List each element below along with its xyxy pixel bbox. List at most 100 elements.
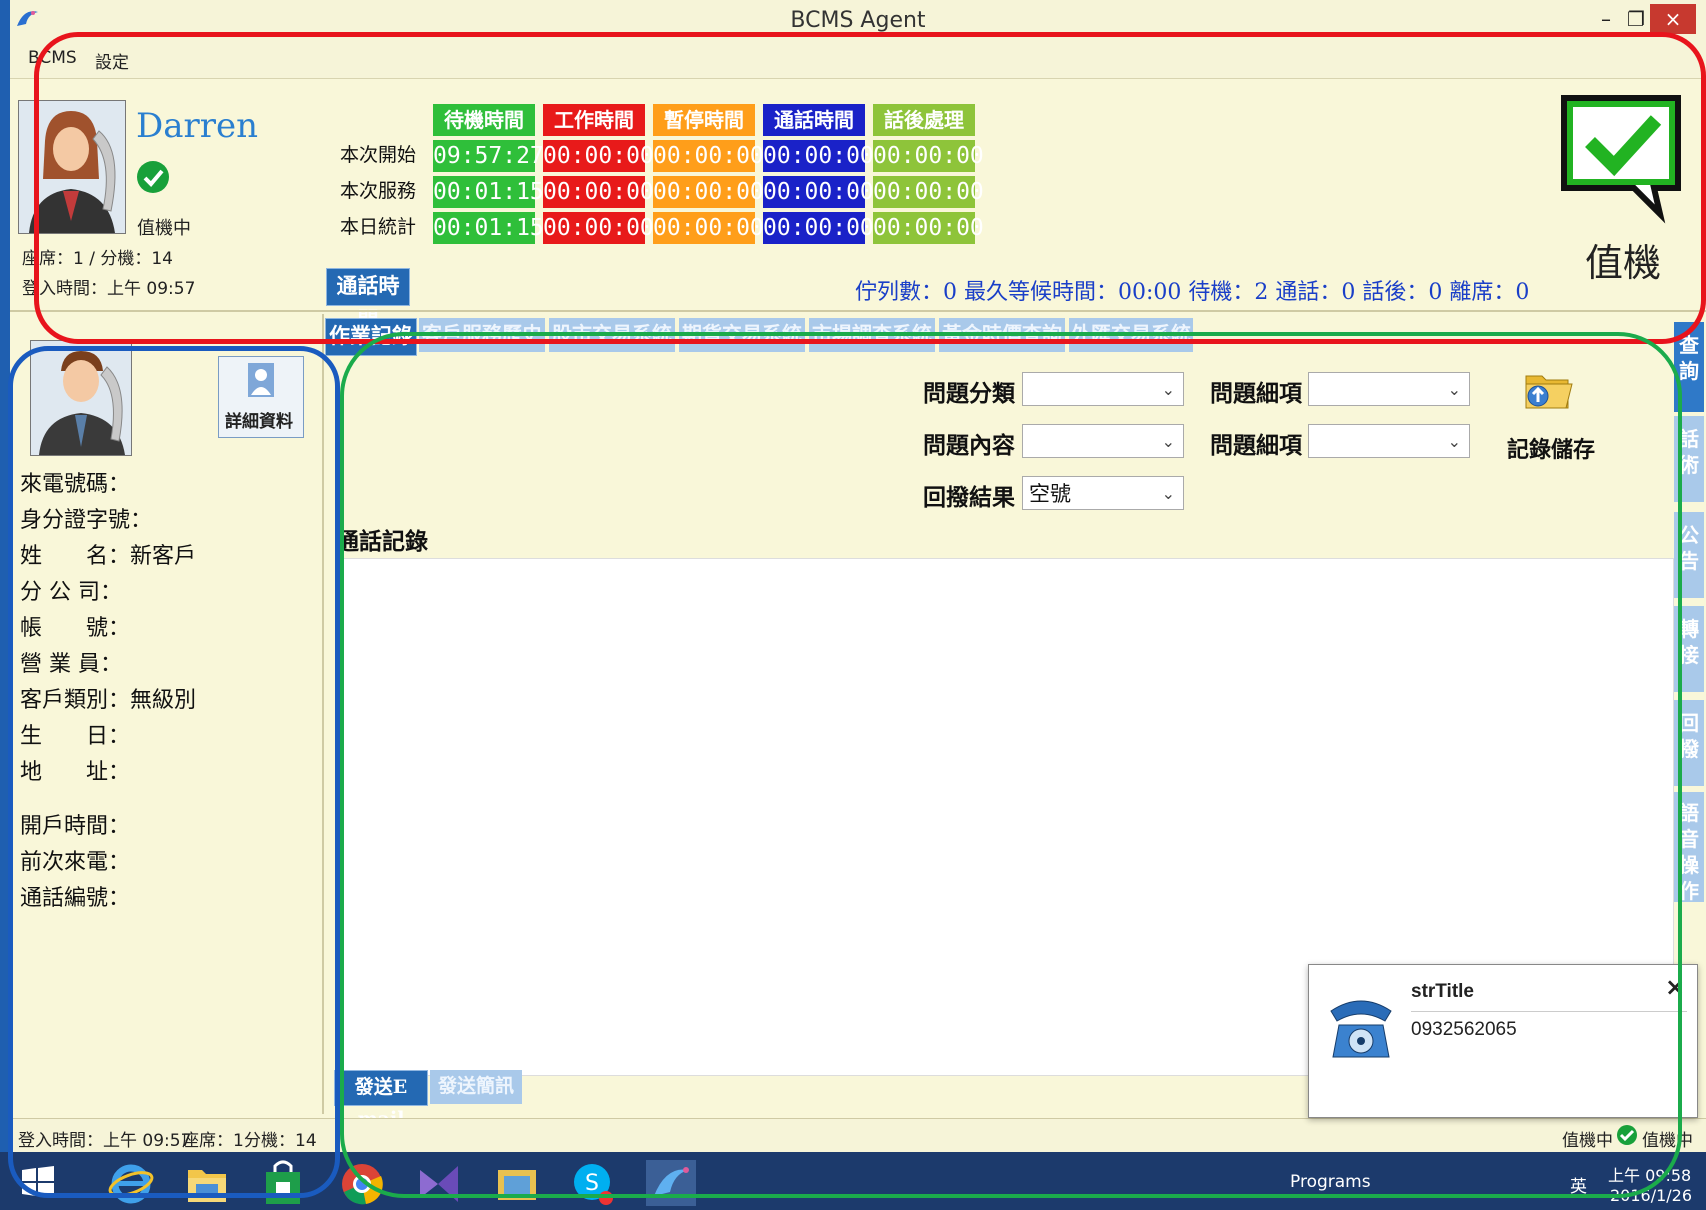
menu-bcms[interactable]: BCMS bbox=[28, 48, 77, 68]
status-seat: 座席：1 bbox=[182, 1131, 244, 1151]
chevron-down-icon: ⌄ bbox=[1447, 432, 1461, 451]
popup-number: 0932562065 bbox=[1411, 1019, 1517, 1040]
user-detail-icon bbox=[248, 363, 274, 397]
app-window: BCMS Agent – ❐ × BCMS 設定 Darren 值機中 座席：1… bbox=[10, 0, 1706, 1153]
agent-status: 值機中 bbox=[137, 218, 191, 239]
skype-icon[interactable]: S bbox=[570, 1160, 616, 1206]
svg-text:S: S bbox=[585, 1171, 599, 1196]
chevron-down-icon: ⌄ bbox=[1161, 432, 1175, 451]
ie-browser-icon[interactable] bbox=[108, 1160, 154, 1206]
side-tab-query[interactable]: 查詢 bbox=[1674, 322, 1704, 412]
save-folder-icon[interactable] bbox=[1522, 364, 1574, 414]
category-label: 問題分類 bbox=[923, 380, 1015, 407]
callback-label: 回撥結果 bbox=[923, 484, 1015, 511]
tab-market-survey[interactable]: 市場調查系統 bbox=[809, 318, 935, 352]
category-select[interactable]: ⌄ bbox=[1022, 372, 1184, 406]
close-button[interactable]: × bbox=[1650, 4, 1696, 34]
popup-close-button[interactable]: × bbox=[1665, 973, 1685, 1001]
taskbar-lang[interactable]: 英 bbox=[1570, 1172, 1587, 1197]
queue-info: 佇列數：0 最久等候時間：00:00 待機：2 通話：0 話後：0 離席：0 bbox=[855, 280, 1530, 305]
field-birthday: 生 日： bbox=[20, 724, 131, 749]
section-divider bbox=[10, 310, 1706, 312]
detail-select-1[interactable]: ⌄ bbox=[1308, 372, 1470, 406]
detail-button-label: 詳細資料 bbox=[225, 412, 293, 432]
save-record-label[interactable]: 記錄儲存 bbox=[1507, 432, 1595, 464]
customer-photo-icon bbox=[31, 341, 131, 455]
big-status-label: 值機 bbox=[1585, 241, 1662, 285]
field-branch: 分 公 司： bbox=[20, 580, 122, 605]
chevron-down-icon: ⌄ bbox=[1161, 380, 1175, 399]
ready-status-icon[interactable] bbox=[1556, 92, 1686, 242]
callback-select[interactable]: 空號 ⌄ bbox=[1022, 476, 1184, 510]
timer-cell: 00:01:15 bbox=[433, 176, 544, 208]
send-sms-button[interactable]: 發送簡訊 bbox=[430, 1070, 522, 1104]
tab-stock-system[interactable]: 股市交易系統 bbox=[549, 318, 675, 352]
menu-settings[interactable]: 設定 bbox=[95, 48, 129, 73]
timer-cell: 00:00:00 bbox=[763, 212, 874, 244]
field-open-time: 開戶時間： bbox=[20, 814, 131, 839]
visual-studio-icon[interactable] bbox=[416, 1162, 462, 1206]
tab-forex-system[interactable]: 外匯交易系統 bbox=[1069, 318, 1193, 352]
taskbar bbox=[0, 1152, 1706, 1210]
taskbar-date[interactable]: 2016/1/26 bbox=[1610, 1186, 1692, 1205]
timer-cell: 09:57:27 bbox=[433, 140, 544, 172]
file-explorer-icon[interactable] bbox=[184, 1162, 230, 1206]
row-label-daily: 本日統計 bbox=[340, 216, 417, 238]
store-icon[interactable] bbox=[262, 1160, 304, 1206]
side-tab-voice[interactable]: 語音操作 bbox=[1674, 792, 1704, 903]
windows-start-icon[interactable] bbox=[20, 1164, 56, 1200]
side-tab-transfer[interactable]: 轉接 bbox=[1674, 606, 1704, 692]
tab-work-record[interactable]: 作業記錄 bbox=[325, 318, 417, 356]
content-select[interactable]: ⌄ bbox=[1022, 424, 1184, 458]
popup-divider bbox=[1411, 1011, 1687, 1012]
bcms-taskbar-icon[interactable] bbox=[646, 1160, 696, 1206]
side-tab-notice[interactable]: 公告 bbox=[1674, 512, 1704, 598]
timer-cell: 00:00:00 bbox=[543, 140, 654, 172]
field-last-call: 前次來電： bbox=[20, 850, 131, 875]
timer-cell: 00:00:00 bbox=[873, 140, 984, 172]
detail-button[interactable]: 詳細資料 bbox=[218, 356, 304, 438]
popup-title: strTitle bbox=[1411, 981, 1475, 1002]
customer-avatar bbox=[30, 340, 132, 456]
call-time-button[interactable]: 通話時間 bbox=[326, 268, 410, 332]
timer-cell: 00:00:00 bbox=[543, 212, 654, 244]
field-account: 帳 號： bbox=[20, 616, 131, 641]
field-call-id: 通話編號： bbox=[20, 886, 131, 911]
taskbar-programs[interactable]: Programs bbox=[1290, 1172, 1371, 1192]
row-label-start: 本次開始 bbox=[340, 144, 417, 166]
status-right-1: 值機中 bbox=[1562, 1131, 1613, 1151]
callback-value: 空號 bbox=[1029, 482, 1071, 506]
status-right-2: 值機中 bbox=[1642, 1131, 1693, 1151]
status-check-icon bbox=[137, 161, 169, 193]
header-talk: 通話時間 bbox=[763, 104, 865, 136]
status-login: 登入時間：上午 09:57 bbox=[18, 1131, 192, 1151]
tab-service-history[interactable]: 客戶服務歷史 bbox=[419, 318, 545, 352]
send-email-button[interactable]: 發送E mail bbox=[334, 1070, 428, 1130]
timer-cell: 00:00:00 bbox=[543, 176, 654, 208]
header-idle: 待機時間 bbox=[433, 104, 535, 136]
field-sales-rep: 營 業 員： bbox=[20, 652, 122, 677]
window-title: BCMS Agent bbox=[790, 8, 926, 33]
row-label-service: 本次服務 bbox=[340, 180, 417, 202]
detail-select-2[interactable]: ⌄ bbox=[1308, 424, 1470, 458]
timer-cell: 00:00:00 bbox=[653, 176, 764, 208]
title-bar: BCMS Agent – ❐ × bbox=[10, 0, 1706, 40]
taskbar-time[interactable]: 上午 09:58 bbox=[1608, 1162, 1691, 1186]
side-tab-script[interactable]: 話術 bbox=[1674, 416, 1704, 502]
chrome-icon[interactable] bbox=[340, 1162, 384, 1206]
tab-gold-price[interactable]: 黃金時價查詢 bbox=[939, 318, 1065, 352]
detail-label-2: 問題細項 bbox=[1210, 432, 1302, 459]
telephone-icon bbox=[1330, 1000, 1392, 1058]
side-tab-callback[interactable]: 回撥 bbox=[1674, 700, 1704, 786]
menu-bar: BCMS 設定 bbox=[10, 40, 1706, 79]
field-name: 姓 名：新客戶 bbox=[20, 544, 197, 569]
timer-cell: 00:00:00 bbox=[763, 140, 874, 172]
field-address: 地 址： bbox=[20, 760, 131, 785]
tab-futures-system[interactable]: 期貨交易系統 bbox=[679, 318, 805, 352]
folder-app-icon[interactable] bbox=[494, 1162, 540, 1206]
call-popup: strTitle 0932562065 × bbox=[1308, 964, 1698, 1118]
chevron-down-icon: ⌄ bbox=[1447, 380, 1461, 399]
field-caller-number: 來電號碼： bbox=[20, 472, 131, 497]
call-record-label: 通話記錄 bbox=[336, 528, 428, 555]
chevron-down-icon: ⌄ bbox=[1161, 484, 1175, 503]
